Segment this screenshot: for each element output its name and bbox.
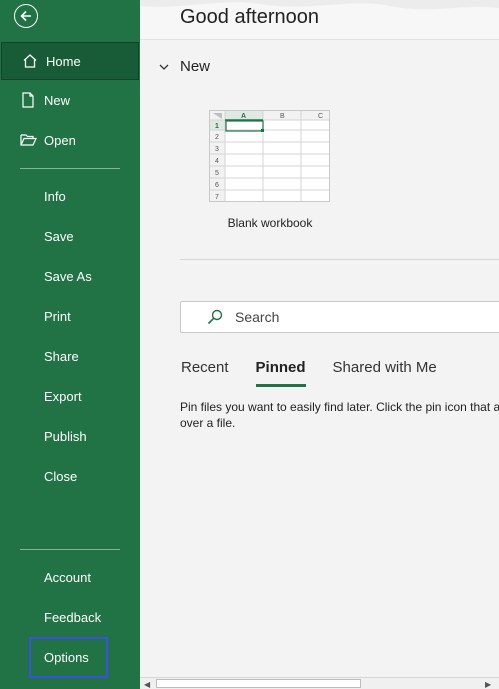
- sidebar-item-label: Close: [44, 468, 78, 484]
- blank-workbook-label[interactable]: Blank workbook: [200, 216, 340, 230]
- scrollbar-thumb[interactable]: [156, 679, 361, 688]
- blank-workbook-thumbnail[interactable]: A B C 1 2 3 4 5 6 7: [209, 110, 330, 202]
- sidebar-item-save-as[interactable]: Save As: [0, 257, 140, 295]
- sidebar-item-label: New: [44, 92, 71, 108]
- sidebar-item-label: Save As: [44, 268, 92, 284]
- sidebar-item-label: Info: [44, 188, 66, 204]
- col-header-a: A: [241, 113, 246, 120]
- new-section-title: New: [180, 58, 211, 75]
- back-button[interactable]: [14, 4, 38, 28]
- sidebar-item-save[interactable]: Save: [0, 217, 140, 255]
- col-header-c: C: [318, 113, 323, 120]
- sidebar-item-open[interactable]: Open: [0, 121, 140, 159]
- sidebar-item-label: Account: [44, 569, 91, 585]
- sidebar-item-home[interactable]: Home: [1, 42, 139, 80]
- folder-open-icon: [18, 133, 38, 147]
- sidebar-item-feedback[interactable]: Feedback: [0, 598, 140, 636]
- tab-pinned[interactable]: Pinned: [255, 359, 306, 387]
- options-focus-outline: [29, 637, 108, 678]
- chevron-down-icon: [159, 64, 169, 70]
- sidebar-item-account[interactable]: Account: [0, 558, 140, 596]
- sidebar-item-label: Print: [44, 308, 71, 324]
- page-title: Good afternoon: [180, 6, 319, 28]
- search-input[interactable]: [235, 309, 455, 325]
- home-icon: [20, 53, 40, 69]
- tab-recent[interactable]: Recent: [181, 359, 229, 383]
- sidebar-item-publish[interactable]: Publish: [0, 417, 140, 455]
- col-header-b: B: [280, 113, 285, 120]
- tab-shared-with-me[interactable]: Shared with Me: [333, 359, 437, 383]
- scroll-right-icon[interactable]: ▶: [485, 680, 491, 689]
- horizontal-scrollbar[interactable]: ◀ ▶: [140, 677, 499, 689]
- row-header-6: 6: [215, 182, 219, 189]
- spreadsheet-preview: A B C 1 2 3 4 5 6 7: [210, 111, 329, 201]
- sidebar-item-label: Save: [44, 228, 74, 244]
- sidebar-divider: [20, 168, 120, 169]
- new-file-icon: [18, 92, 38, 108]
- sidebar-item-label: Open: [44, 132, 76, 148]
- sidebar-item-export[interactable]: Export: [0, 377, 140, 415]
- scroll-left-icon[interactable]: ◀: [144, 680, 150, 689]
- sidebar-item-print[interactable]: Print: [0, 297, 140, 335]
- sidebar-item-label: Publish: [44, 428, 87, 444]
- backstage-sidebar: Home New Open Info Save Save As Print Sh…: [0, 0, 140, 689]
- sidebar-item-label: Feedback: [44, 609, 102, 625]
- search-icon: [207, 309, 223, 325]
- sidebar-divider: [20, 549, 120, 550]
- section-divider: [180, 259, 499, 260]
- pinned-empty-message: Pin files you want to easily find later.…: [180, 400, 499, 430]
- file-tabs: Recent Pinned Shared with Me: [181, 359, 464, 387]
- search-box[interactable]: [180, 301, 499, 333]
- sidebar-item-info[interactable]: Info: [0, 177, 140, 215]
- row-header-5: 5: [215, 170, 219, 177]
- new-section-toggle[interactable]: New: [158, 58, 210, 75]
- row-header-4: 4: [215, 158, 219, 165]
- row-header-3: 3: [215, 146, 219, 153]
- back-arrow-icon: [20, 10, 31, 22]
- sidebar-item-label: Export: [44, 388, 82, 404]
- sidebar-item-close[interactable]: Close: [0, 457, 140, 495]
- row-header-7: 7: [215, 194, 219, 201]
- row-header-2: 2: [215, 134, 219, 141]
- sidebar-item-label: Home: [46, 53, 81, 69]
- row-header-1: 1: [215, 123, 219, 130]
- sidebar-item-new[interactable]: New: [0, 81, 140, 119]
- backstage-main: Good afternoon New A B C 1 2 3 4 5 6 7 B…: [140, 0, 499, 689]
- sidebar-item-label: Share: [44, 348, 79, 364]
- sidebar-item-share[interactable]: Share: [0, 337, 140, 375]
